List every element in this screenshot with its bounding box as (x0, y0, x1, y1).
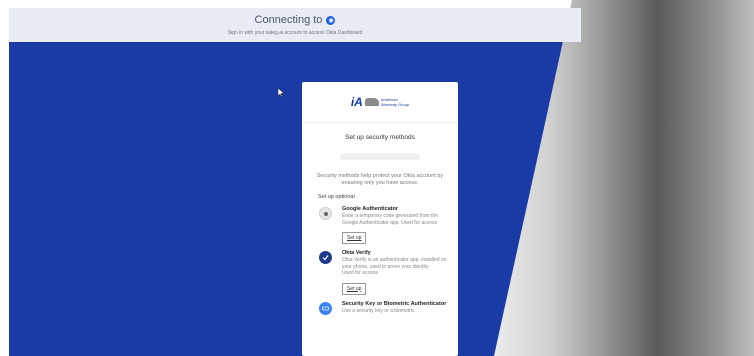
blurred-account-email (340, 153, 420, 160)
header-title-row: Connecting to ◉ (255, 14, 336, 26)
card-title: Set up security methods (345, 134, 415, 141)
mouse-cursor-icon (278, 88, 284, 97)
method-name: Okta Verify (342, 250, 371, 256)
method-security-key: Security Key or Biometric Authenticator … (318, 301, 450, 315)
okta-logo-icon: ◉ (326, 15, 336, 25)
method-okta-verify: Okta Verify Okta Verify is an authentica… (318, 250, 450, 295)
logo-text: American Warranty Group (381, 97, 409, 107)
method-google-authenticator: Google Authenticator Enter a temporary c… (318, 206, 450, 244)
company-logo: iA American Warranty Group (302, 82, 458, 123)
header-title: Connecting to (254, 14, 323, 26)
method-description: Enter a temporary code generated from th… (342, 213, 438, 226)
logo-text-line2: Warranty Group (380, 102, 410, 107)
method-description: Use a security key or a biometric (342, 307, 415, 314)
logo-mark: iA (350, 95, 363, 109)
okta-verify-setup-button[interactable]: Set up (342, 282, 367, 295)
security-key-icon (319, 301, 332, 315)
header-subtitle: Sign in with your saleg.ai account to ac… (227, 30, 363, 36)
card-description: Security methods help protect your Okta … (316, 173, 444, 186)
method-usage: Used for access (342, 270, 378, 276)
method-description: Okta Verify is an authenticator app, ins… (342, 257, 447, 270)
google-authenticator-icon (319, 207, 332, 220)
okta-verify-icon (319, 251, 332, 264)
setup-optional-label: Set up optional (318, 194, 355, 200)
page-header: Connecting to ◉ Sign in with your saleg.… (9, 8, 581, 42)
google-authenticator-setup-button[interactable]: Set up (342, 232, 367, 244)
method-name: Security Key or Biometric Authenticator (342, 300, 447, 307)
security-methods-card: iA American Warranty Group Set up securi… (302, 82, 458, 356)
method-name: Google Authenticator (342, 206, 399, 212)
logo-elephant-icon (364, 98, 379, 106)
